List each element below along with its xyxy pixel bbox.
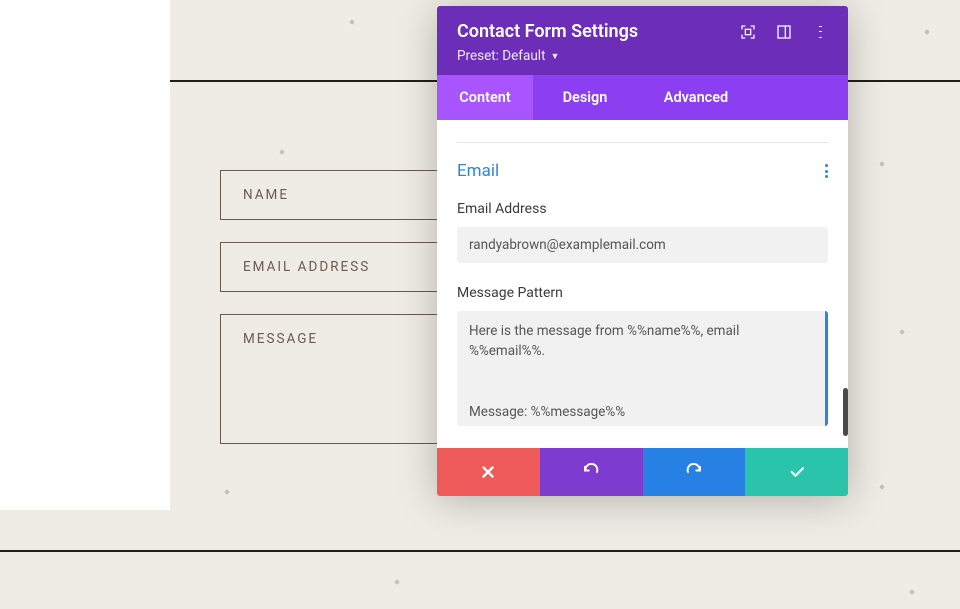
panel-header[interactable]: Contact Form Settings Preset: Default ▼ xyxy=(437,6,848,75)
email-address-input[interactable] xyxy=(457,227,828,263)
message-pattern-input[interactable] xyxy=(457,311,828,426)
undo-button[interactable] xyxy=(540,448,643,496)
check-icon xyxy=(788,463,806,481)
bg-heading-fragment: sage xyxy=(0,200,140,259)
settings-panel: Contact Form Settings Preset: Default ▼ xyxy=(437,6,848,496)
tab-design[interactable]: Design xyxy=(533,75,637,120)
tab-advanced[interactable]: Advanced xyxy=(637,75,755,120)
panel-title: Contact Form Settings xyxy=(457,21,740,42)
panel-tabs: Content Design Advanced xyxy=(437,75,848,120)
cancel-button[interactable] xyxy=(437,448,540,496)
redo-icon xyxy=(685,463,703,481)
scrollbar-thumb[interactable] xyxy=(843,388,848,436)
message-pattern-label: Message Pattern xyxy=(457,285,828,301)
chevron-down-icon: ▼ xyxy=(550,51,559,62)
preset-selector[interactable]: Preset: Default ▼ xyxy=(457,48,559,64)
save-button[interactable] xyxy=(745,448,848,496)
undo-icon xyxy=(582,463,600,481)
expand-icon[interactable] xyxy=(740,24,756,40)
panel-body: Email Email Address Message Pattern xyxy=(437,142,848,448)
dock-icon[interactable] xyxy=(776,24,792,40)
bg-divider-bottom xyxy=(0,550,960,552)
email-address-label: Email Address xyxy=(457,201,828,217)
close-icon xyxy=(479,463,497,481)
tab-content[interactable]: Content xyxy=(437,75,533,120)
bg-paragraph: habitasse nec. s nunc leo. xyxy=(0,419,140,530)
preset-label: Preset: Default xyxy=(457,48,545,64)
panel-footer xyxy=(437,448,848,496)
divider xyxy=(457,142,828,143)
section-title-email[interactable]: Email xyxy=(457,161,825,181)
section-more-icon[interactable] xyxy=(825,162,828,181)
more-icon[interactable] xyxy=(812,24,828,40)
redo-button[interactable] xyxy=(643,448,746,496)
bg-card: sage habitasse nec. s nunc leo. xyxy=(0,0,170,510)
